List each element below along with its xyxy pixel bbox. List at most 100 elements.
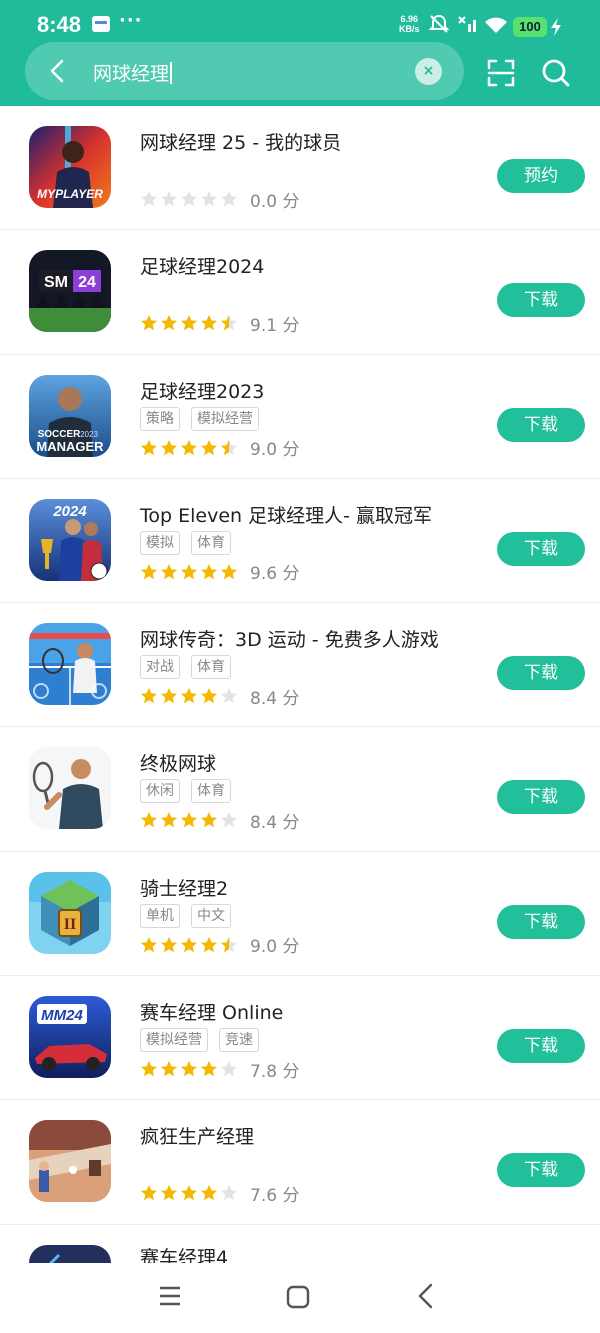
rating: 7.8 分 (140, 1058, 299, 1082)
download-button[interactable]: 下载 (497, 407, 585, 442)
app-title: 终极网球 (140, 753, 217, 776)
recent-apps-icon[interactable] (158, 1285, 182, 1307)
category-tag: 体育 (191, 655, 231, 680)
app-title: 足球经理2024 (140, 256, 265, 279)
star-empty-icon (221, 812, 237, 828)
star-full-icon (141, 1185, 157, 1201)
rating-score: 9.0 分 (250, 440, 300, 461)
download-button[interactable]: 下载 (497, 656, 585, 691)
download-button[interactable]: 下载 (497, 531, 585, 566)
star-empty-icon (221, 1185, 237, 1201)
tag-list: 单机 中文 (140, 903, 231, 928)
result-item-partial[interactable]: 赛车经理4 (0, 1225, 600, 1327)
star-half-icon (221, 439, 237, 455)
search-icon[interactable] (541, 58, 571, 88)
home-icon[interactable] (286, 1285, 310, 1309)
download-button[interactable]: 下载 (497, 283, 585, 318)
search-input[interactable]: 网球经理 (93, 59, 173, 86)
result-item[interactable]: II 骑士经理2 单机 中文 9.0 分 下载 (0, 852, 600, 977)
rating-score: 0.0 分 (250, 191, 300, 212)
star-full-icon (181, 936, 197, 952)
rating: 9.0 分 (140, 934, 300, 958)
star-full-icon (181, 812, 197, 828)
star-full-icon (141, 1061, 157, 1077)
clear-search-button[interactable]: × (415, 58, 442, 85)
star-full-icon (201, 812, 217, 828)
star-full-icon (161, 812, 177, 828)
rating: 0.0 分 (140, 188, 300, 212)
category-tag: 体育 (191, 779, 231, 804)
star-full-icon (221, 563, 237, 580)
star-full-icon (181, 1185, 197, 1201)
back-icon[interactable] (414, 1283, 438, 1309)
star-full-icon (181, 1061, 197, 1077)
top-eleven-icon: 2024 (29, 498, 111, 581)
search-bar[interactable]: 网球经理 × (25, 42, 464, 100)
rating-score: 9.1 分 (250, 315, 300, 336)
download-button[interactable]: 下载 (497, 780, 585, 815)
tag-list: 策略 模拟经营 (140, 406, 259, 431)
rating: 8.4 分 (140, 809, 299, 833)
result-item[interactable]: 2024 Top Eleven 足球经理人- 赢取冠军 模拟 体育 9.6 分 下… (0, 479, 600, 604)
network-speed-unit: KB/s (399, 24, 420, 34)
result-item[interactable]: SOCCER 2023 MANAGER 足球经理2023 策略 模拟经营 9.0 … (0, 355, 600, 479)
charging-bolt-icon (551, 18, 561, 36)
star-empty-icon (221, 191, 237, 207)
rating: 9.1 分 (140, 312, 300, 336)
search-results-list: MYPLAYER 网球经理 25 - 我的球员 0.0 分 预约 SM 24 足… (0, 106, 600, 1327)
ultimate-tennis-icon (29, 747, 111, 830)
star-full-icon (201, 1185, 217, 1201)
star-full-icon (141, 688, 157, 704)
result-item[interactable]: SM 24 足球经理2024 9.1 分 下载 (0, 230, 600, 355)
status-bar: 8:48 ··· 6.96 KB/s 100 (0, 0, 600, 44)
app-title: 网球传奇：3D 运动 - 免费多人游戏 (140, 629, 439, 652)
star-full-icon (181, 439, 197, 455)
star-full-icon (201, 688, 217, 704)
download-button[interactable]: 下载 (497, 904, 585, 939)
star-full-icon (141, 812, 157, 828)
star-full-icon (141, 563, 157, 580)
app-title: 赛车经理 Online (140, 1002, 284, 1025)
star-empty-icon (221, 688, 237, 704)
text-cursor (170, 62, 173, 84)
category-tag: 模拟经营 (191, 406, 259, 431)
tag-list: 模拟 体育 (140, 530, 231, 555)
bell-muted-icon (428, 14, 450, 33)
star-full-icon (161, 315, 177, 331)
rating-score: 9.0 分 (250, 937, 300, 958)
star-half-icon (221, 936, 237, 952)
star-full-icon (201, 936, 217, 952)
download-button[interactable]: 下载 (497, 1153, 585, 1188)
factory-icon (29, 1120, 111, 1203)
more-notifications-icon: ··· (119, 10, 143, 31)
star-full-icon (181, 688, 197, 704)
reserve-button[interactable]: 预约 (497, 159, 585, 193)
result-item[interactable]: MYPLAYER 网球经理 25 - 我的球员 0.0 分 预约 (0, 106, 600, 231)
result-item[interactable]: MM24 赛车经理 Online 模拟经营 竞速 7.8 分 下载 (0, 976, 600, 1101)
category-tag: 单机 (140, 903, 180, 928)
download-button[interactable]: 下载 (497, 1029, 585, 1064)
back-arrow-icon[interactable] (43, 56, 73, 86)
mm24-icon: MM24 (29, 996, 111, 1079)
category-tag: 对战 (140, 655, 180, 680)
knights-manager-icon: II (29, 871, 111, 954)
app-title: 足球经理2023 (140, 380, 265, 403)
sm24-icon: SM 24 (29, 250, 111, 333)
category-tag: 中文 (191, 903, 231, 928)
result-item[interactable]: 疯狂生产经理 7.6 分 下载 (0, 1100, 600, 1225)
star-empty-icon (221, 1061, 237, 1077)
star-full-icon (161, 936, 177, 952)
status-time: 8:48 (37, 12, 82, 37)
myplayer-icon: MYPLAYER (29, 126, 111, 208)
star-full-icon (141, 439, 157, 455)
scan-icon[interactable] (486, 58, 516, 88)
result-item[interactable]: 网球传奇：3D 运动 - 免费多人游戏 对战 体育 8.4 分 下载 (0, 603, 600, 728)
star-empty-icon (201, 191, 217, 207)
svg-text:MANAGER: MANAGER (36, 439, 104, 454)
rating-score: 7.6 分 (250, 1185, 300, 1206)
svg-text:2024: 2024 (52, 503, 87, 520)
star-empty-icon (161, 191, 177, 207)
star-full-icon (161, 688, 177, 704)
rating: 7.6 分 (140, 1182, 300, 1206)
result-item[interactable]: 终极网球 休闲 体育 8.4 分 下载 (0, 727, 600, 852)
